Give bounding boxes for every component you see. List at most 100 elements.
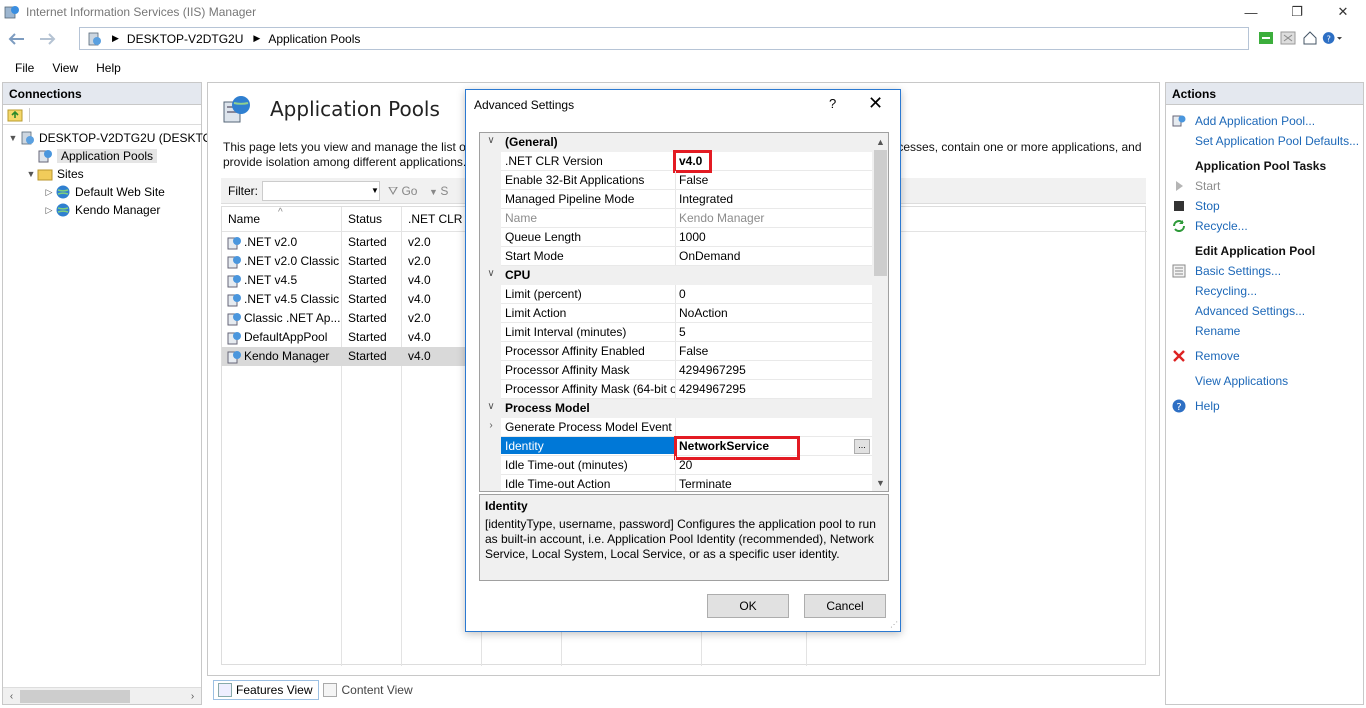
close-window-button[interactable]: ✕ [1320, 0, 1366, 24]
connect-icon[interactable] [7, 107, 23, 123]
scroll-left-icon[interactable]: ‹ [3, 688, 20, 705]
action-stop[interactable]: Stop [1166, 197, 1363, 215]
tree-site-default[interactable]: ▷ Default Web Site [43, 183, 165, 201]
menu-help[interactable]: Help [88, 61, 129, 75]
property-limit-percent[interactable]: Limit (percent) 0 [480, 285, 872, 304]
menu-view[interactable]: View [44, 61, 86, 75]
property-generate-process-model-event-log-entry[interactable]: › Generate Process Model Event Log Entry [480, 418, 872, 437]
action-remove[interactable]: Remove [1166, 347, 1363, 365]
table-row[interactable]: .NET v2.0 Started v2.0 [222, 233, 472, 252]
property-start-mode[interactable]: Start Mode OnDemand [480, 247, 872, 266]
property-value[interactable]: 5 [679, 325, 686, 339]
chevron-down-icon[interactable]: ∨ [484, 135, 498, 146]
action-rename[interactable]: Rename [1166, 322, 1363, 340]
back-button[interactable] [5, 29, 27, 49]
action-recycle[interactable]: Recycle... [1166, 217, 1363, 235]
help-dropdown-icon[interactable]: ? [1322, 28, 1342, 48]
property-idle-time-out-minutes[interactable]: Idle Time-out (minutes) 20 [480, 456, 872, 475]
forward-button[interactable] [37, 29, 59, 49]
scroll-up-icon[interactable]: ▲ [872, 133, 888, 150]
action-help[interactable]: ? Help [1166, 397, 1363, 415]
table-row[interactable]: .NET v4.5 Started v4.0 [222, 271, 472, 290]
property-value[interactable]: False [679, 344, 708, 358]
property-value[interactable]: Integrated [679, 192, 733, 206]
refresh-icon[interactable] [1256, 28, 1276, 48]
chevron-right-icon[interactable]: › [484, 420, 498, 431]
property-processor-affinity-mask[interactable]: Processor Affinity Mask 4294967295 [480, 361, 872, 380]
resize-grip-icon[interactable]: ⋰ [890, 620, 898, 629]
property-value[interactable]: 0 [679, 287, 686, 301]
minimize-button[interactable]: — [1228, 0, 1274, 24]
property-limit-action[interactable]: Limit Action NoAction [480, 304, 872, 323]
chevron-down-icon[interactable]: ∨ [484, 268, 498, 279]
restore-button[interactable]: ❐ [1274, 0, 1320, 24]
column-header-clr[interactable]: .NET CLR V [408, 207, 474, 231]
property-name[interactable]: Name Kendo Manager [480, 209, 872, 228]
breadcrumb-app-pools[interactable]: Application Pools [268, 32, 360, 46]
action-set-application-pool-defaults[interactable]: Set Application Pool Defaults... [1166, 132, 1363, 150]
property-idle-time-out-action[interactable]: Idle Time-out Action Terminate [480, 475, 872, 491]
property-processor-affinity-mask-64-bit-option[interactable]: Processor Affinity Mask (64-bit option) 4… [480, 380, 872, 399]
action-add-application-pool[interactable]: Add Application Pool... [1166, 112, 1363, 130]
stop-loading-icon[interactable] [1278, 28, 1298, 48]
app-pool-icon [227, 332, 241, 345]
tree-app-pools[interactable]: Application Pools [25, 147, 158, 165]
show-all-button[interactable]: ▼ S [429, 184, 448, 198]
property-value[interactable]: False [679, 173, 708, 187]
table-row[interactable]: .NET v4.5 Classic Started v4.0 [222, 290, 472, 309]
chevron-right-icon[interactable]: ▷ [43, 187, 55, 198]
breadcrumb-server[interactable]: DESKTOP-V2DTG2U [127, 32, 243, 46]
menu-file[interactable]: File [7, 61, 42, 75]
home-icon[interactable] [1300, 28, 1320, 48]
chevron-right-icon[interactable]: ▷ [43, 205, 55, 216]
dialog-close-icon[interactable]: ✕ [868, 93, 883, 114]
tree-site-kendo[interactable]: ▷ Kendo Manager [43, 201, 161, 219]
connections-scrollbar[interactable]: ‹ › [3, 687, 201, 704]
action-advanced-settings[interactable]: Advanced Settings... [1166, 302, 1363, 320]
property-value[interactable]: Terminate [679, 477, 732, 491]
go-button[interactable]: ⛛ Go [388, 184, 417, 199]
action-basic-settings[interactable]: Basic Settings... [1166, 262, 1363, 280]
property-value[interactable]: 4294967295 [679, 363, 746, 377]
chevron-down-icon[interactable]: ∨ [484, 401, 498, 412]
property-value[interactable]: OnDemand [679, 249, 740, 263]
category-process-model[interactable]: ∨ Process Model [480, 399, 872, 418]
property-grid-scrollbar[interactable]: ▲ ▼ [872, 133, 888, 491]
chevron-down-icon[interactable]: ▼ [7, 133, 19, 143]
tab-features-view[interactable]: Features View [213, 680, 320, 700]
identity-browse-button[interactable]: ... [854, 439, 870, 454]
property-value[interactable]: 20 [679, 458, 692, 472]
table-row[interactable]: Classic .NET Ap... Started v2.0 [222, 309, 472, 328]
column-header-status[interactable]: Status [348, 207, 382, 231]
scroll-thumb[interactable] [20, 690, 130, 703]
cancel-button[interactable]: Cancel [804, 594, 886, 618]
tab-content-view[interactable]: Content View [319, 680, 418, 700]
property-value[interactable]: 4294967295 [679, 382, 746, 396]
chevron-down-icon[interactable]: ▼ [25, 169, 37, 179]
table-row[interactable]: Kendo Manager Started v4.0 [222, 347, 472, 366]
category-cpu[interactable]: ∨ CPU [480, 266, 872, 285]
filter-input[interactable] [262, 181, 380, 201]
tree-sites[interactable]: ▼ Sites [25, 165, 84, 183]
table-row[interactable]: .NET v2.0 Classic Started v2.0 [222, 252, 472, 271]
property-value[interactable]: NoAction [679, 306, 728, 320]
scroll-thumb[interactable] [874, 150, 887, 276]
tree-server[interactable]: ▼ DESKTOP-V2DTG2U (DESKTOP [7, 129, 220, 147]
property-queue-length[interactable]: Queue Length 1000 [480, 228, 872, 247]
dialog-help-button[interactable]: ? [829, 96, 836, 111]
property-name: Enable 32-Bit Applications [505, 173, 645, 187]
property-managed-pipeline-mode[interactable]: Managed Pipeline Mode Integrated [480, 190, 872, 209]
scroll-down-icon[interactable]: ▼ [872, 474, 888, 491]
scroll-right-icon[interactable]: › [184, 688, 201, 705]
filter-dropdown-icon[interactable]: ▼ [371, 186, 379, 195]
property-limit-interval-minutes[interactable]: Limit Interval (minutes) 5 [480, 323, 872, 342]
address-bar[interactable]: ▶ DESKTOP-V2DTG2U ▶ Application Pools [79, 27, 1249, 50]
property-value[interactable]: 1000 [679, 230, 706, 244]
column-header-name[interactable]: Name [228, 207, 260, 231]
action-recycling[interactable]: Recycling... [1166, 282, 1363, 300]
ok-button[interactable]: OK [707, 594, 789, 618]
action-view-applications[interactable]: View Applications [1166, 372, 1363, 390]
table-row[interactable]: DefaultAppPool Started v4.0 [222, 328, 472, 347]
property-enable-32-bit-applications[interactable]: Enable 32-Bit Applications False [480, 171, 872, 190]
property-processor-affinity-enabled[interactable]: Processor Affinity Enabled False [480, 342, 872, 361]
